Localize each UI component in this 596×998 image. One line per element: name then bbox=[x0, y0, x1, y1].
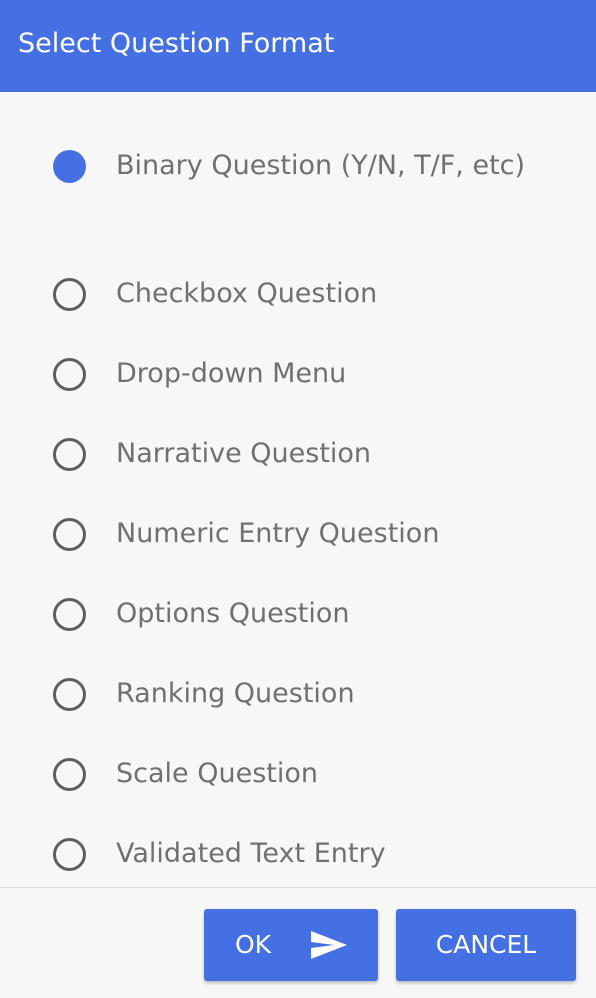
dialog-header: Select Question Format bbox=[0, 0, 596, 92]
option-label: Validated Text Entry bbox=[116, 838, 386, 869]
radio-unselected-icon[interactable] bbox=[53, 438, 86, 471]
question-format-radio-group: Binary Question (Y/N, T/F, etc) Checkbox… bbox=[0, 92, 596, 887]
radio-unselected-icon[interactable] bbox=[53, 838, 86, 871]
select-question-format-dialog: Select Question Format Binary Question (… bbox=[0, 0, 596, 998]
option-label: Options Question bbox=[116, 598, 350, 629]
ok-button[interactable]: OK bbox=[204, 909, 378, 981]
option-label: Scale Question bbox=[116, 758, 318, 789]
option-label: Checkbox Question bbox=[116, 278, 378, 309]
send-icon bbox=[311, 931, 347, 959]
radio-unselected-icon[interactable] bbox=[53, 358, 86, 391]
cancel-button-label: CANCEL bbox=[435, 930, 537, 959]
option-label: Drop-down Menu bbox=[116, 358, 347, 389]
radio-selected-icon[interactable] bbox=[53, 150, 86, 183]
radio-unselected-icon[interactable] bbox=[53, 598, 86, 631]
option-label: Binary Question (Y/N, T/F, etc) bbox=[116, 150, 526, 181]
radio-unselected-icon[interactable] bbox=[53, 678, 86, 711]
radio-unselected-icon[interactable] bbox=[53, 758, 86, 791]
ok-button-label: OK bbox=[235, 930, 272, 959]
cancel-button[interactable]: CANCEL bbox=[396, 909, 576, 981]
option-label: Numeric Entry Question bbox=[116, 518, 440, 549]
radio-unselected-icon[interactable] bbox=[53, 278, 86, 311]
option-label: Ranking Question bbox=[116, 678, 355, 709]
option-label: Narrative Question bbox=[116, 438, 372, 469]
dialog-title: Select Question Format bbox=[18, 28, 335, 59]
radio-unselected-icon[interactable] bbox=[53, 518, 86, 551]
dialog-footer: OK CANCEL bbox=[0, 888, 596, 998]
